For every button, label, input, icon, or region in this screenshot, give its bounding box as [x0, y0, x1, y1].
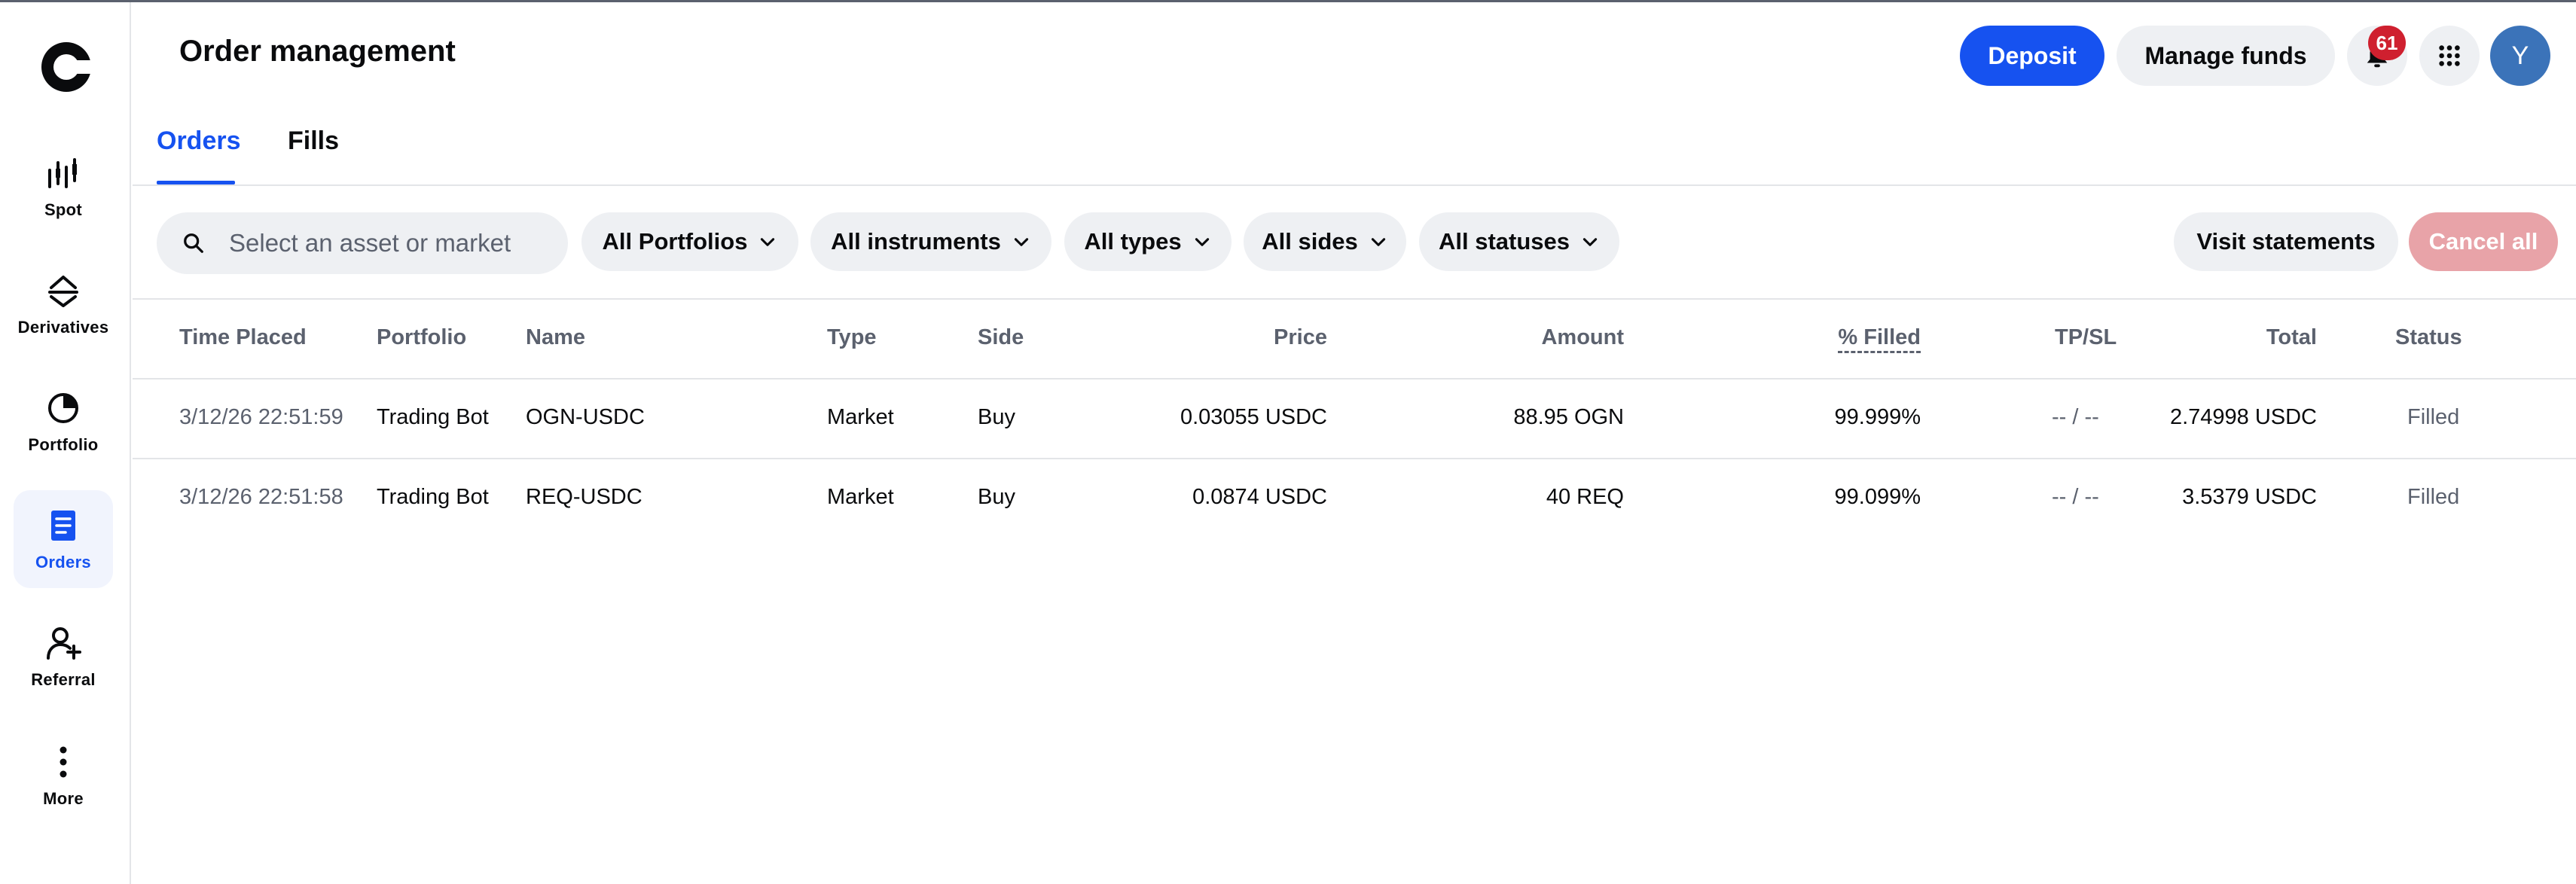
column-header-portfolio[interactable]: Portfolio	[377, 325, 466, 350]
column-header-status[interactable]: Status	[2395, 325, 2462, 350]
divider	[133, 184, 2576, 186]
divider	[133, 458, 2576, 459]
column-header-side[interactable]: Side	[978, 325, 1024, 350]
statuses-filter-dropdown[interactable]: All statuses	[1419, 212, 1619, 271]
cell-name: REQ-USDC	[526, 485, 642, 509]
cell-filled: 99.999%	[1834, 405, 1921, 429]
page-title: Order management	[179, 35, 456, 68]
cell-side: Buy	[978, 405, 1015, 429]
cell-time: 3/12/26 22:51:58	[179, 485, 343, 509]
sidebar-item-more[interactable]: More	[14, 727, 113, 825]
column-header-type[interactable]: Type	[827, 325, 877, 350]
divider	[133, 378, 2576, 380]
column-header-amount[interactable]: Amount	[1431, 325, 1624, 350]
pie-chart-icon	[48, 393, 78, 423]
sidebar-item-label: Portfolio	[28, 435, 99, 454]
chevron-down-icon	[1195, 238, 1209, 246]
sidebar-item-label: Derivatives	[17, 318, 109, 337]
sides-filter-dropdown[interactable]: All sides	[1244, 212, 1406, 271]
sidebar-item-spot[interactable]: Spot	[14, 138, 113, 236]
sidebar-item-portfolio[interactable]: Portfolio	[14, 373, 113, 471]
cell-tpsl: -- / --	[2052, 485, 2099, 509]
sidebar-item-label: Referral	[31, 670, 96, 689]
grid-icon	[2439, 45, 2460, 66]
cell-price: 0.03055 USDC	[1180, 405, 1327, 429]
visit-statements-button[interactable]: Visit statements	[2174, 212, 2398, 271]
instruments-filter-dropdown[interactable]: All instruments	[810, 212, 1051, 271]
chevron-down-icon	[1583, 238, 1598, 246]
cell-type: Market	[827, 405, 894, 429]
cell-tpsl: -- / --	[2052, 405, 2099, 429]
search-icon	[184, 233, 203, 253]
more-vertical-icon	[60, 746, 67, 778]
column-header-time-placed[interactable]: Time Placed	[179, 325, 307, 350]
column-header-filled-label: % Filled	[1838, 325, 1921, 353]
sidebar-item-derivatives[interactable]: Derivatives	[14, 255, 113, 353]
cell-amount: 88.95 OGN	[1513, 405, 1624, 429]
add-user-icon	[47, 627, 81, 660]
derivatives-icon	[48, 276, 78, 307]
cell-filled: 99.099%	[1834, 485, 1921, 509]
manage-funds-button[interactable]: Manage funds	[2117, 26, 2335, 86]
cell-type: Market	[827, 485, 894, 509]
cell-portfolio: Trading Bot	[377, 405, 489, 429]
sidebar-item-label: Orders	[35, 553, 91, 572]
cell-status: Filled	[2407, 485, 2460, 509]
cell-name: OGN-USDC	[526, 405, 645, 429]
tab-orders[interactable]: Orders	[157, 127, 241, 156]
cell-price: 0.0874 USDC	[1192, 485, 1327, 509]
types-filter-label: All types	[1084, 228, 1182, 255]
notification-count-badge: 61	[2368, 26, 2406, 60]
portfolios-filter-label: All Portfolios	[602, 228, 748, 255]
candlestick-icon	[48, 158, 77, 188]
cell-total: 3.5379 USDC	[2182, 485, 2317, 509]
column-header-price[interactable]: Price	[1130, 325, 1327, 350]
cell-time: 3/12/26 22:51:59	[179, 405, 343, 429]
portfolios-filter-dropdown[interactable]: All Portfolios	[581, 212, 798, 271]
sidebar-item-label: Spot	[44, 200, 83, 219]
sidebar-item-referral[interactable]: Referral	[14, 608, 113, 706]
column-header-total[interactable]: Total	[2184, 325, 2317, 350]
column-header-filled[interactable]: % Filled	[1732, 325, 1921, 353]
cancel-all-button[interactable]: Cancel all	[2409, 212, 2558, 271]
cell-portfolio: Trading Bot	[377, 485, 489, 509]
search-input[interactable]	[229, 229, 545, 258]
tab-fills[interactable]: Fills	[288, 127, 339, 156]
types-filter-dropdown[interactable]: All types	[1064, 212, 1232, 271]
instruments-filter-label: All instruments	[831, 228, 1001, 255]
sides-filter-label: All sides	[1262, 228, 1358, 255]
sidebar-item-orders[interactable]: Orders	[14, 490, 113, 588]
deposit-button[interactable]: Deposit	[1960, 26, 2104, 86]
divider	[133, 298, 2576, 300]
search-field[interactable]	[157, 212, 568, 274]
column-header-tpsl[interactable]: TP/SL	[2055, 325, 2117, 350]
chevron-down-icon	[1014, 238, 1028, 246]
document-icon	[51, 511, 75, 541]
column-header-name[interactable]: Name	[526, 325, 585, 350]
sidebar: Spot Derivatives Portfolio Orders Referr…	[0, 2, 131, 884]
coinbase-logo-icon[interactable]	[39, 40, 93, 94]
cell-total: 2.74998 USDC	[2169, 405, 2317, 429]
chevron-down-icon	[1371, 238, 1385, 246]
cell-side: Buy	[978, 485, 1015, 509]
avatar[interactable]: Y	[2490, 26, 2550, 86]
statuses-filter-label: All statuses	[1438, 228, 1570, 255]
window-top-border	[0, 0, 2576, 2]
cell-amount: 40 REQ	[1546, 485, 1624, 509]
cell-status: Filled	[2407, 405, 2460, 429]
chevron-down-icon	[761, 238, 775, 246]
apps-button[interactable]	[2419, 26, 2480, 86]
sidebar-item-label: More	[43, 789, 84, 808]
